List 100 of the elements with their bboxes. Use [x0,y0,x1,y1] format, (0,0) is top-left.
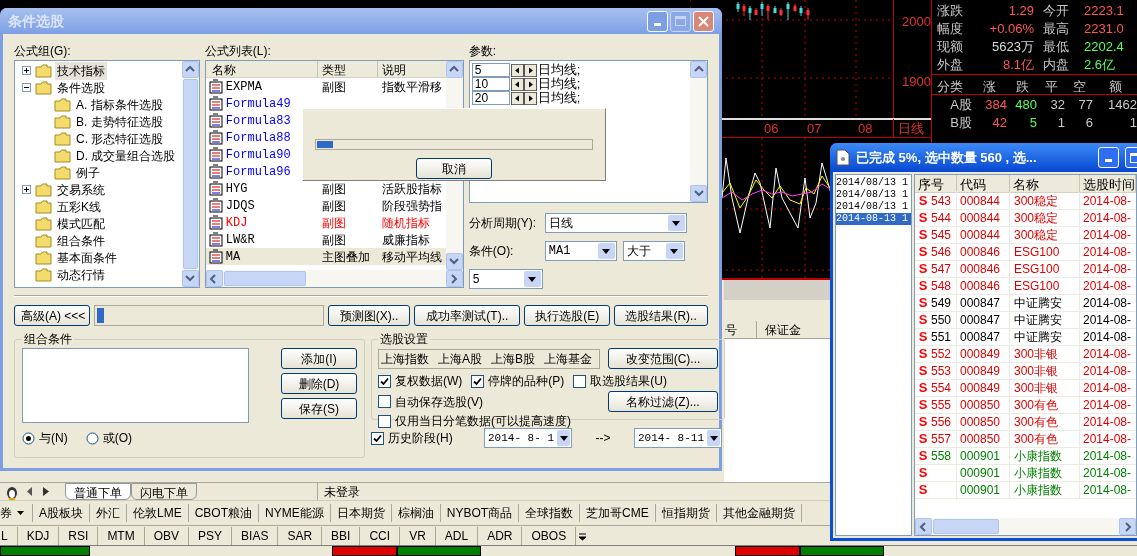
table-cell: 300有色 [1014,432,1059,446]
stat-label: 涨跌 [937,2,964,19]
column-header: 序号 [915,175,957,192]
table-cell: 000850 [960,398,1001,412]
column-header: 平 [1043,78,1059,96]
signal-mark: S [917,260,929,279]
column-header: 额 [1107,78,1123,96]
column-header: 类型 [317,61,378,77]
table-cell-text: 5 [1028,114,1037,132]
signal-mark: S [917,192,929,211]
signal-mark: S [917,430,929,449]
table-cell: 000901 [960,449,1001,463]
table-cell: 000844 [960,194,1001,208]
table-cell: 300非银 [1014,364,1059,378]
table-cell: 副图 [321,79,346,94]
table-cell: 主图叠加 [321,249,370,264]
signal-mark: S [917,379,929,398]
table-cell-text: 555 [931,397,952,414]
column-header: 代码 [957,175,1010,192]
signal-mark: S [917,413,929,432]
table-cell-text: HYG [225,180,248,198]
table-cell: 2014-08- [1083,245,1132,259]
stat-label: 现额 [937,38,964,55]
table-cell-text: KDJ [225,214,248,232]
table-cell: 小康指数 [1014,483,1062,497]
table-cell: 2014-08- [1083,483,1132,497]
stat-label: 幅度 [937,20,964,37]
signal-mark: S [917,226,929,245]
axis-label: 07 [807,120,822,136]
column-header: 保证金 [764,322,801,339]
checkbox-label: 复权数据(W) [395,373,463,390]
stat-value: 1.29 [1007,2,1034,19]
table-cell: 000846 [960,262,1001,276]
table-cell-text: Formula49 [225,95,291,113]
table-cell: 000901 [960,483,1001,497]
table-cell: ESG100 [1014,262,1060,276]
stat-label: 最低 [1042,38,1070,55]
table-cell-text: 480 [1014,96,1037,114]
table-cell-text: 42 [991,114,1007,132]
signal-mark: S [917,311,929,330]
table-cell: 2014-08- [1083,211,1132,225]
stat-value: +0.06% [988,20,1034,37]
signal-mark: S [917,209,929,228]
table-cell: 300稳定 [1014,228,1059,242]
signal-mark: S [917,277,929,296]
table-cell: 000847 [960,313,1001,327]
signal-mark: S [917,328,929,347]
checkbox-label: 取选股结果(U) [590,373,667,390]
column-header: 说明 [380,62,407,77]
stat-value: 2.6亿 [1083,56,1117,73]
table-cell-text: Formula90 [225,146,291,164]
table-cell-text: JDQS [225,197,255,215]
field-label: 分析周期(Y): [468,215,538,232]
table-cell-text: 549 [931,295,952,312]
table-cell-text: 558 [931,448,952,465]
group-title: 组合条件 [23,331,73,348]
table-cell: 副图 [321,181,346,196]
table-cell: 000901 [960,466,1001,480]
param-unit: 日均线; [537,77,581,91]
table-cell-text: 546 [931,244,952,261]
axis-label: 06 [764,120,779,136]
column-header: 涨 [982,78,997,96]
table-cell: 活跃股指标 [381,181,442,196]
chart-period-label: 日线 [893,118,931,139]
signal-mark: S [917,362,929,381]
field-label: 公式列表(L): [204,43,272,60]
signal-mark: S [917,345,929,364]
table-cell-text: 554 [931,380,952,397]
table-cell: 000849 [960,364,1001,378]
table-cell-text: MA [225,248,241,266]
table-cell: 2014-08- [1083,364,1132,378]
table-cell: 000847 [960,330,1001,344]
table-cell: 000850 [960,432,1001,446]
checkbox-label: 停牌的品种(P) [488,373,565,390]
checkbox-label: 仅用当日分笔数据(可以提高速度) [395,413,571,430]
table-cell-text: 544 [931,210,952,227]
table-cell: 300有色 [1014,415,1059,429]
signal-mark: S [917,396,929,415]
window-title: 条件选股 [8,11,64,31]
table-cell: 2014-08- [1083,330,1132,344]
table-cell: 副图 [321,198,346,213]
table-cell: 000850 [960,415,1001,429]
column-header: 选股时间 [1080,175,1136,192]
date-range-arrow: --> [594,430,612,447]
stat-value: 5623万 [991,38,1034,55]
param-unit: 日均线; [537,63,581,77]
axis-label: 1900 [902,72,931,91]
table-cell: 随机指标 [381,215,430,230]
field-label: 参数: [468,43,498,60]
table-cell: 000846 [960,279,1001,293]
column-header: 跌 [1014,78,1030,96]
table-cell: 副图 [321,232,346,247]
signal-mark: S [917,447,929,466]
table-cell-text: 77 [1077,96,1093,114]
window-title: 已完成 5%, 选中数量 560 , 选... [856,148,1037,167]
table-cell-text: 550 [931,312,952,329]
market-item: 上海基金 [544,350,593,368]
table-cell: 指数平滑移 [381,79,442,94]
table-cell: 300非银 [1014,381,1059,395]
stat-value: 2231.0 [1083,20,1125,37]
